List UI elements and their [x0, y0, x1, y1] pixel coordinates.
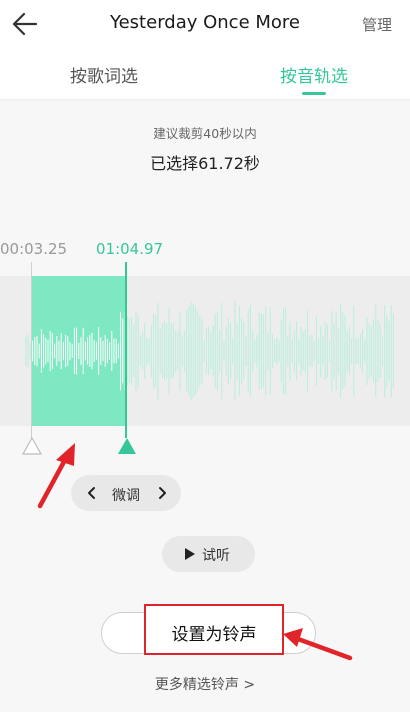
play-icon	[185, 548, 195, 560]
trim-hint: 建议裁剪40秒以内	[153, 126, 257, 141]
song-title: Yesterday Once More	[110, 12, 300, 33]
set-ringtone-button[interactable]: 设置为铃声	[144, 604, 284, 655]
waveform[interactable]	[0, 276, 410, 426]
preview-button[interactable]: 试听	[162, 536, 255, 572]
top-bar: Yesterday Once More 管理	[0, 0, 410, 48]
arrow-up-right-icon	[37, 443, 75, 509]
more-ringtones-link[interactable]: 更多精选铃声 >	[0, 674, 410, 694]
chevron-right-icon[interactable]	[155, 485, 169, 501]
start-time: 00:03.25	[0, 240, 68, 258]
tab-by-lyrics[interactable]: 按歌词选	[34, 62, 174, 87]
tab-by-track[interactable]: 按音轨选	[244, 62, 384, 87]
start-handle-line	[31, 262, 32, 438]
selection-mode-tabs: 按歌词选 按音轨选	[0, 48, 410, 100]
end-handle-line	[125, 262, 127, 438]
manage-button[interactable]: 管理	[362, 14, 392, 35]
finetune-control: 微调	[71, 475, 181, 511]
selected-duration: 已选择61.72秒	[150, 154, 260, 173]
active-tab-indicator	[302, 92, 326, 95]
set-ringtone-label: 设置为铃声	[171, 625, 257, 645]
end-time: 01:04.97	[96, 240, 164, 258]
preview-label: 试听	[202, 548, 230, 564]
end-handle[interactable]	[117, 437, 137, 455]
start-handle[interactable]	[22, 437, 42, 455]
